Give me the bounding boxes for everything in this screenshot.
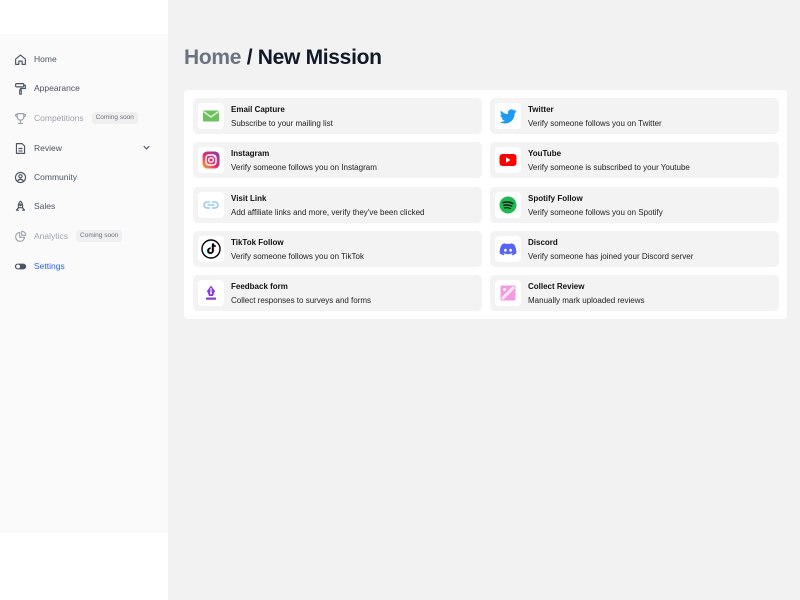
link-icon [198,192,224,218]
sidebar-item-analytics[interactable]: Analytics Coming soon [14,226,158,246]
card-description: Verify someone follows you on Twitter [528,119,662,128]
mission-types-panel: Email Capture Subscribe to your mailing … [184,90,787,319]
spotify-icon [495,192,521,218]
envelope-icon [198,103,224,129]
youtube-icon [495,147,521,173]
card-description: Verify someone follows you on Spotify [528,208,663,217]
card-description: Verify someone is subscribed to your You… [528,163,690,172]
chevron-down-icon[interactable] [141,142,152,153]
card-description: Collect responses to surveys and forms [231,296,372,305]
page-title: Home / New Mission [184,46,382,70]
rocket-icon [14,200,27,213]
card-title: Discord [528,238,558,247]
coming-soon-badge: Coming soon [76,229,123,243]
sidebar-item-settings[interactable]: Settings [14,256,158,276]
image-review-icon [495,280,521,306]
card-title: Feedback form [231,282,288,291]
card-title: Spotify Follow [528,194,583,203]
trophy-icon [14,112,27,125]
sidebar-item-sales[interactable]: Sales [14,196,158,216]
discord-icon [495,236,521,262]
sidebar-item-label: Settings [34,261,65,271]
sidebar-item-label: Analytics [34,231,69,241]
breadcrumb-current: New Mission [257,46,382,69]
mission-card-youtube[interactable]: YouTube Verify someone is subscribed to … [490,142,779,178]
mission-card-feedback-form[interactable]: Feedback form Collect responses to surve… [193,275,482,311]
card-title: YouTube [528,149,562,158]
pie-chart-icon [14,230,27,243]
card-title: Twitter [528,105,554,114]
sidebar-item-label: Competitions [34,113,84,123]
mission-card-collect-review[interactable]: Collect Review Manually mark uploaded re… [490,275,779,311]
paint-roller-icon [14,82,27,95]
breadcrumb-home[interactable]: Home [184,46,241,69]
fountain-pen-icon [198,280,224,306]
mission-card-email-capture[interactable]: Email Capture Subscribe to your mailing … [193,98,482,134]
card-title: Visit Link [231,194,267,203]
sidebar-item-label: Community [34,172,77,182]
mission-card-tiktok-follow[interactable]: TikTok Follow Verify someone follows you… [193,231,482,267]
sidebar-item-label: Appearance [34,83,80,93]
home-icon [14,53,27,66]
tiktok-icon [198,236,224,262]
sidebar-item-competitions[interactable]: Competitions Coming soon [14,108,158,128]
mission-card-spotify-follow[interactable]: Spotify Follow Verify someone follows yo… [490,187,779,223]
card-description: Verify someone follows you on Instagram [231,163,377,172]
sidebar-item-home[interactable]: Home [14,49,158,69]
card-description: Subscribe to your mailing list [231,119,333,128]
toggle-icon [14,260,27,273]
card-description: Manually mark uploaded reviews [528,296,645,305]
sidebar-item-appearance[interactable]: Appearance [14,78,158,98]
card-description: Verify someone has joined your Discord s… [528,252,694,261]
sidebar-footer-area [0,533,168,600]
mission-card-discord[interactable]: Discord Verify someone has joined your D… [490,231,779,267]
user-circle-icon [14,171,27,184]
mission-card-instagram[interactable]: Instagram Verify someone follows you on … [193,142,482,178]
sidebar-item-community[interactable]: Community [14,167,158,187]
instagram-icon [198,147,224,173]
sidebar-header-area [0,0,168,34]
twitter-bird-icon [495,103,521,129]
sidebar: Home Appearance Competitions Coming soon… [0,34,168,533]
card-title: Email Capture [231,105,285,114]
card-title: Instagram [231,149,270,158]
coming-soon-badge: Coming soon [91,111,138,125]
card-title: TikTok Follow [231,238,284,247]
card-description: Add affiliate links and more, verify the… [231,208,425,217]
sidebar-item-review[interactable]: Review [14,138,158,158]
mission-card-twitter[interactable]: Twitter Verify someone follows you on Tw… [490,98,779,134]
card-title: Collect Review [528,282,585,291]
sidebar-item-label: Review [34,143,62,153]
card-description: Verify someone follows you on TikTok [231,252,364,261]
mission-card-visit-link[interactable]: Visit Link Add affiliate links and more,… [193,187,482,223]
document-icon [14,142,27,155]
breadcrumb-separator: / [241,46,258,69]
sidebar-item-label: Sales [34,201,56,211]
sidebar-item-label: Home [34,54,57,64]
